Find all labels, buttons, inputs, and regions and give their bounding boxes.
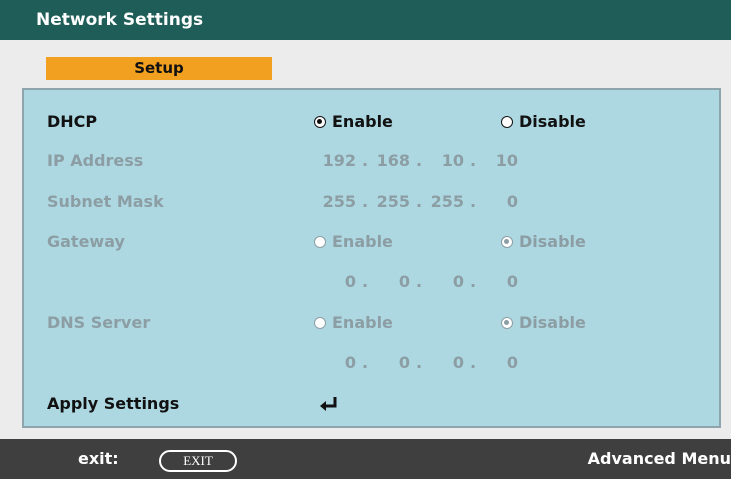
gateway-label: Gateway [47,232,125,251]
subnet-mask-field[interactable]: 255 . 255 . 255 . 0 [314,188,518,216]
dns-separator: . [415,353,423,372]
ip-octet-3[interactable]: 10 [428,147,464,175]
gateway-ip-field[interactable]: 0 . 0 . 0 . 0 [314,268,518,296]
dns-octet-4[interactable]: 0 [482,349,518,377]
gateway-enable-label: Enable [332,232,393,251]
gateway-separator: . [415,272,423,291]
settings-panel: DHCP Enable Disable IP Address 192 . 168… [22,88,721,428]
radio-selected-icon[interactable] [501,317,513,329]
subnet-octet-3[interactable]: 255 [428,188,464,216]
ip-address-field[interactable]: 192 . 168 . 10 . 10 [314,147,518,175]
dhcp-label: DHCP [47,112,98,131]
subnet-separator: . [469,192,477,211]
gateway-row: Gateway Enable Disable [24,228,719,256]
dns-octet-2[interactable]: 0 [374,349,410,377]
dns-octet-1[interactable]: 0 [314,349,356,377]
dns-enable-label: Enable [332,313,393,332]
gateway-enable-option[interactable]: Enable [314,228,393,256]
dns-ip-field[interactable]: 0 . 0 . 0 . 0 [314,349,518,377]
subnet-mask-row: Subnet Mask 255 . 255 . 255 . 0 [24,188,719,216]
dhcp-disable-option[interactable]: Disable [501,108,586,136]
tab-setup[interactable]: Setup [46,57,272,80]
subnet-separator: . [415,192,423,211]
gateway-separator: . [361,272,369,291]
gateway-ip-row: 0 . 0 . 0 . 0 [24,268,719,296]
network-settings-window: Network Settings Setup DHCP Enable Disab… [0,0,731,479]
subnet-octet-1[interactable]: 255 [314,188,356,216]
exit-button[interactable]: EXIT [159,450,237,472]
gateway-separator: . [469,272,477,291]
apply-settings-row[interactable]: Apply Settings [24,390,719,418]
ip-address-row: IP Address 192 . 168 . 10 . 10 [24,147,719,175]
ip-octet-4[interactable]: 10 [482,147,518,175]
apply-settings-label: Apply Settings [47,394,180,413]
dns-separator: . [361,353,369,372]
gateway-disable-label: Disable [519,232,586,251]
subnet-separator: . [361,192,369,211]
radio-unselected-icon[interactable] [501,116,513,128]
dns-disable-label: Disable [519,313,586,332]
ip-separator: . [361,151,369,170]
ip-separator: . [415,151,423,170]
ip-address-label: IP Address [47,151,144,170]
ip-separator: . [469,151,477,170]
footer-bar: exit: EXIT Advanced Menu [0,439,731,479]
radio-unselected-icon[interactable] [314,317,326,329]
dhcp-enable-option[interactable]: Enable [314,108,393,136]
exit-label: exit: [78,449,119,468]
ip-octet-2[interactable]: 168 [374,147,410,175]
radio-selected-icon[interactable] [314,116,326,128]
dhcp-row: DHCP Enable Disable [24,108,719,136]
gateway-octet-2[interactable]: 0 [374,268,410,296]
ip-octet-1[interactable]: 192 [314,147,356,175]
dns-separator: . [469,353,477,372]
dns-disable-option[interactable]: Disable [501,309,586,337]
dns-server-row: DNS Server Enable Disable [24,309,719,337]
subnet-octet-2[interactable]: 255 [374,188,410,216]
dns-enable-option[interactable]: Enable [314,309,393,337]
dns-octet-3[interactable]: 0 [428,349,464,377]
subnet-mask-label: Subnet Mask [47,192,164,211]
gateway-disable-option[interactable]: Disable [501,228,586,256]
gateway-octet-4[interactable]: 0 [482,268,518,296]
radio-selected-icon[interactable] [501,236,513,248]
dhcp-disable-label: Disable [519,112,586,131]
gateway-octet-3[interactable]: 0 [428,268,464,296]
dns-server-label: DNS Server [47,313,151,332]
radio-unselected-icon[interactable] [314,236,326,248]
subnet-octet-4[interactable]: 0 [482,188,518,216]
gateway-octet-1[interactable]: 0 [314,268,356,296]
dhcp-enable-label: Enable [332,112,393,131]
dns-ip-row: 0 . 0 . 0 . 0 [24,349,719,377]
enter-icon[interactable] [319,396,339,412]
window-title: Network Settings [0,0,731,40]
advanced-menu-button[interactable]: Advanced Menu [588,439,731,479]
